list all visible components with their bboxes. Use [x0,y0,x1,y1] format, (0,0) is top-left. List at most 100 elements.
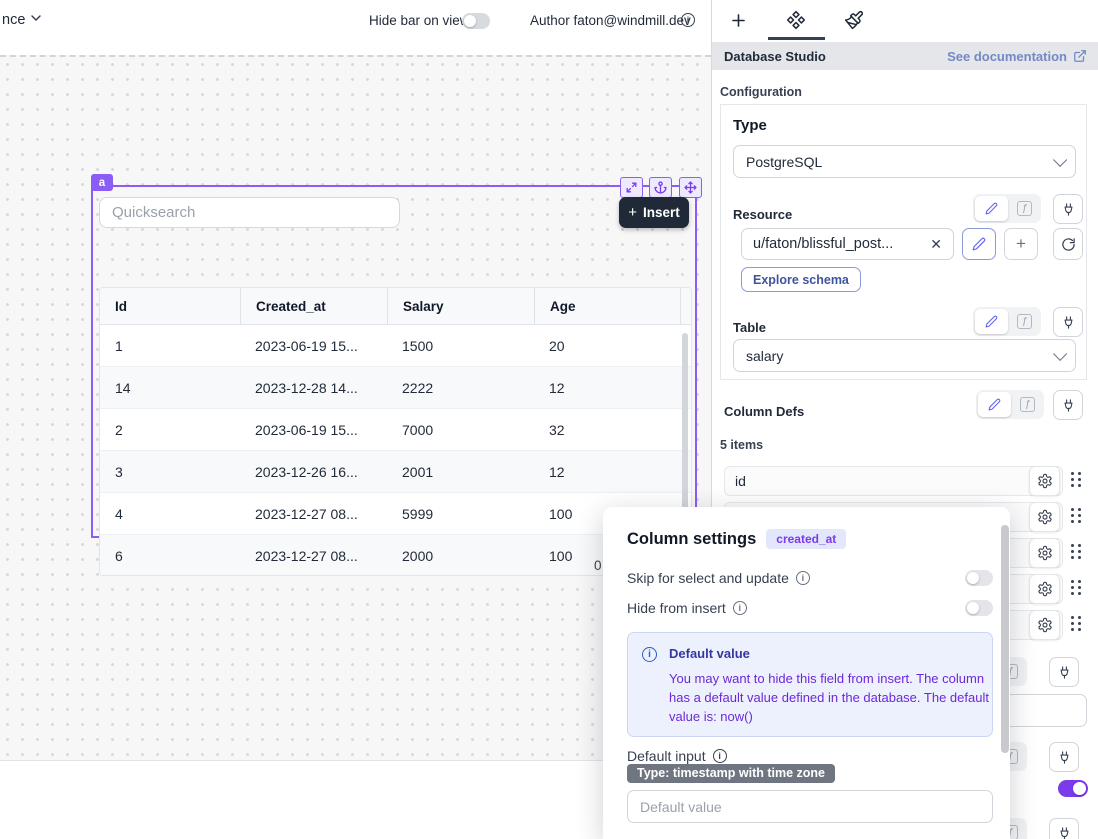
pencil-icon[interactable] [978,392,1011,417]
table-scrollbar[interactable] [682,333,688,533]
function-mode-icon[interactable]: ƒ [1010,309,1039,334]
table-cell: 2023-12-27 08... [240,493,387,534]
drag-handle-icon[interactable] [1071,616,1085,634]
plug-connect-icon[interactable] [1053,390,1083,420]
alert-title: Default value [669,646,997,661]
hide-bar-toggle[interactable] [462,13,490,29]
plug-connect-icon[interactable] [1049,742,1079,772]
component-settings-tab[interactable] [784,8,808,32]
type-label: Type [733,117,767,134]
modal-scrollbar[interactable] [1001,525,1009,753]
plug-connect-icon[interactable] [1053,307,1083,337]
column-def-input[interactable]: id [724,466,1063,496]
external-link-icon [1073,49,1087,63]
quicksearch-input[interactable] [99,197,400,228]
table-header: Id Created_at Salary Age [100,288,691,325]
table-cell: 7000 [387,409,534,450]
edit-resource-pencil-button[interactable] [962,228,996,260]
skip-select-update-toggle[interactable] [965,570,993,586]
table-row[interactable]: 12023-06-19 15...150020 [100,325,691,367]
drag-handle-icon[interactable] [1071,544,1085,562]
chevron-down-icon[interactable] [28,10,50,30]
gear-icon[interactable] [1029,466,1060,496]
top-toolbar: nce Hide bar on view Author faton@windmi… [0,0,711,40]
insert-button[interactable]: + Insert [619,197,689,228]
chevron-down-icon [1053,152,1067,166]
table-cell: 5999 [387,493,534,534]
plug-connect-icon[interactable] [1049,818,1079,839]
table-cell: 3 [100,451,240,492]
info-icon[interactable]: i [733,601,747,615]
column-type-badge: Type: timestamp with time zone [627,764,835,783]
table-cell: 2001 [387,451,534,492]
alert-body: You may want to hide this field from ins… [669,670,997,727]
type-select[interactable]: PostgreSQL [733,145,1076,178]
drag-handle-icon[interactable] [1071,508,1085,526]
see-documentation-link[interactable]: See documentation [947,49,1087,64]
table-cell: 1500 [387,325,534,366]
hide-from-insert-toggle[interactable] [965,600,993,616]
table-label: Table [733,320,766,335]
table-row[interactable]: 32023-12-26 16...200112 [100,451,691,493]
function-mode-icon[interactable]: ƒ [1010,196,1039,221]
app-name: nce [2,12,25,28]
type-select-value: PostgreSQL [746,154,822,170]
info-icon: i [642,647,657,662]
refresh-icon[interactable] [1053,228,1083,260]
table-cell: 1 [100,325,240,366]
move-icon[interactable] [679,177,702,198]
default-value-input[interactable] [627,790,993,823]
explore-schema-button[interactable]: Explore schema [741,267,861,292]
column-defs-label: Column Defs [724,404,804,419]
column-header-id[interactable]: Id [100,288,240,324]
table-row[interactable]: 22023-06-19 15...700032 [100,409,691,451]
info-icon[interactable]: i [681,13,695,27]
column-header-salary[interactable]: Salary [387,288,534,324]
gear-icon[interactable] [1029,538,1060,568]
column-name-badge: created_at [766,529,846,549]
theme-brush-tab[interactable] [842,8,866,32]
resource-input[interactable]: u/faton/blissful_post... ✕ [741,228,954,260]
add-component-tab[interactable] [726,8,750,32]
info-icon[interactable]: i [713,749,727,763]
resource-value: u/faton/blissful_post... [753,236,893,252]
pagination-fragment: 0 [594,558,602,573]
panel-title: Database Studio [724,49,826,64]
hidden-setting-toggle-on[interactable] [1058,780,1088,797]
gear-icon[interactable] [1029,574,1060,604]
pencil-icon[interactable] [975,196,1008,221]
hide-bar-label: Hide bar on view [369,13,470,28]
drag-handle-icon[interactable] [1071,580,1085,598]
table-cell: 2000 [387,535,534,576]
default-input-label: Default input [627,748,706,764]
author-label: Author faton@windmill.dev [530,13,691,28]
selected-component-dbstudio[interactable]: a + Insert Id Crea [91,185,697,538]
table-cell: 4 [100,493,240,534]
gear-icon[interactable] [1029,502,1060,532]
pencil-icon[interactable] [975,309,1008,334]
column-defs-mode-toggle: ƒ [976,390,1044,419]
drag-handle-icon[interactable] [1071,472,1085,490]
column-header-created-at[interactable]: Created_at [240,288,387,324]
table-cell: 14 [100,367,240,408]
table-select[interactable]: salary [733,339,1076,372]
panel-header: Database Studio See documentation [712,42,1098,70]
function-mode-icon[interactable]: ƒ [1013,392,1042,417]
info-icon[interactable]: i [796,571,810,585]
anchor-icon[interactable] [649,177,672,198]
modal-title: Column settings [627,530,756,549]
table-row[interactable]: 142023-12-28 14...222212 [100,367,691,409]
chevron-down-icon [1053,346,1067,360]
clear-icon[interactable]: ✕ [930,236,942,253]
table-cell: 2023-12-26 16... [240,451,387,492]
expand-icon[interactable] [620,177,643,198]
table-cell: 32 [534,409,680,450]
column-header-age[interactable]: Age [534,288,680,324]
plug-connect-icon[interactable] [1049,657,1079,687]
component-id-badge: a [91,174,113,191]
default-input-label-row: Default input i [627,748,727,764]
add-resource-button[interactable]: + [1004,228,1038,260]
gear-icon[interactable] [1029,610,1060,640]
plug-connect-icon[interactable] [1053,194,1083,224]
insert-button-label: Insert [643,205,680,220]
